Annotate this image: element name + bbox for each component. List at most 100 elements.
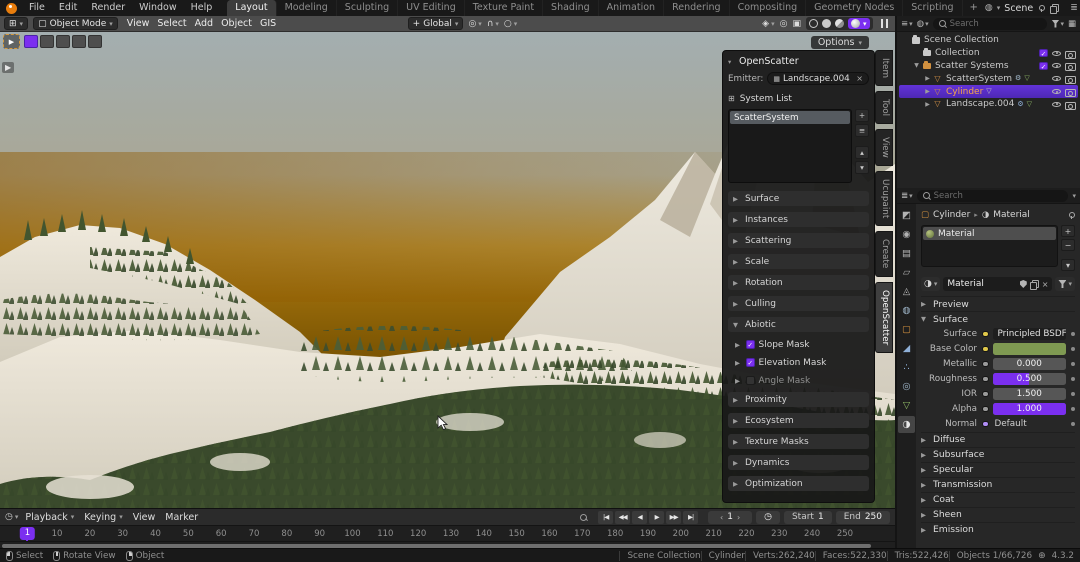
animate-dot[interactable] <box>1071 392 1075 396</box>
material-name-field[interactable]: Material × <box>943 277 1052 291</box>
preview-panel-header[interactable]: ▶ Preview <box>921 296 1075 311</box>
workspace-tab[interactable]: Sculpting <box>337 0 398 16</box>
select-mode-invert[interactable] <box>72 35 86 48</box>
collapsed-panel-header[interactable]: ▶ Subsurface <box>921 447 1075 462</box>
transport-button[interactable]: ▶ <box>649 511 664 524</box>
material-filter-button[interactable]: ▾ <box>1055 277 1075 291</box>
emitter-object-field[interactable]: ▦ Landscape.004 × <box>767 72 869 85</box>
properties-tab[interactable]: ▽ <box>898 397 915 414</box>
system-list[interactable]: ScatterSystem <box>728 109 852 183</box>
properties-tab[interactable]: ◑ <box>898 416 915 433</box>
transport-button[interactable]: ◀◀ <box>615 511 630 524</box>
panel-section[interactable]: ▶ Instances <box>728 212 869 227</box>
surface-panel-header[interactable]: ▼ Surface <box>921 311 1075 326</box>
fake-user-icon[interactable] <box>1020 280 1027 288</box>
workspace-tab[interactable]: Layout <box>227 0 276 16</box>
mask-row[interactable]: ▶ Slope Mask <box>735 338 869 351</box>
breadcrumb-object[interactable]: Cylinder <box>933 210 970 220</box>
end-frame-field[interactable]: End250 <box>836 511 890 524</box>
properties-search[interactable] <box>917 190 1069 202</box>
workspace-tab[interactable]: Rendering <box>664 0 730 16</box>
pivot-point-dropdown[interactable]: ◎▾ <box>468 19 481 29</box>
show-gizmo-dropdown[interactable]: ◈▾ <box>762 19 774 29</box>
active-tool-button[interactable]: ▶ <box>3 34 20 49</box>
select-mode-extend[interactable] <box>40 35 54 48</box>
outliner-options-icon[interactable]: ▦ <box>1068 19 1076 29</box>
clear-icon[interactable]: × <box>856 74 863 83</box>
new-scene-icon[interactable] <box>1049 4 1058 13</box>
properties-tab[interactable]: ◬ <box>898 283 915 300</box>
animate-dot[interactable] <box>1071 332 1075 336</box>
panel-section[interactable]: ▶ Scattering <box>728 233 869 248</box>
select-mode-set[interactable] <box>24 35 38 48</box>
panel-section[interactable]: ▶ Ecosystem <box>728 413 869 428</box>
sidebar-tab[interactable]: Item <box>875 50 893 86</box>
viewport-menu-item[interactable]: GIS <box>256 18 280 29</box>
field-plain[interactable]: Default <box>993 418 1067 431</box>
material-preview-icon[interactable] <box>835 19 844 28</box>
workspace-tab[interactable]: Geometry Nodes <box>806 0 903 16</box>
hide-viewport-icon[interactable] <box>1051 48 1062 58</box>
material-slot-list[interactable]: Material <box>921 225 1058 267</box>
properties-tab[interactable]: ∴ <box>898 359 915 376</box>
disable-render-icon[interactable] <box>1064 99 1075 109</box>
collapsed-panel-header[interactable]: ▶ Coat <box>921 492 1075 507</box>
outliner-row[interactable]: ▶▽ScatterSystem⚙▽ <box>899 72 1078 85</box>
transport-button[interactable]: |◀ <box>598 511 613 524</box>
proportional-editing-icon[interactable]: ○▾ <box>504 19 517 29</box>
collapsed-panel-header[interactable]: ▶ Diffuse <box>921 432 1075 447</box>
transport-button[interactable]: ▶| <box>683 511 698 524</box>
panel-section[interactable]: ▶ Optimization <box>728 476 869 491</box>
menu-item[interactable]: File <box>22 0 52 16</box>
collapsed-panel-header[interactable]: ▶ Emission <box>921 522 1075 537</box>
mask-checkbox[interactable] <box>746 358 755 367</box>
select-mode-subtract[interactable] <box>56 35 70 48</box>
exclude-checkbox[interactable] <box>1039 62 1048 71</box>
add-system-button[interactable]: + <box>855 109 869 122</box>
panel-section[interactable]: ▶ Proximity <box>728 392 869 407</box>
remove-slot-button[interactable]: − <box>1061 239 1075 251</box>
timeline-menu-item[interactable]: Playback▾ <box>22 512 77 523</box>
animate-dot[interactable] <box>1071 422 1075 426</box>
workspace-tab[interactable]: Scripting <box>903 0 962 16</box>
timeline-ruler[interactable]: 1 10203040506070809010011012013014015016… <box>0 525 895 541</box>
menu-item[interactable]: Render <box>84 0 132 16</box>
add-workspace-button[interactable]: + <box>963 0 985 16</box>
transform-orientation-dropdown[interactable]: +Global▾ <box>408 17 464 30</box>
pin-icon[interactable] <box>1037 4 1045 12</box>
mask-row[interactable]: ▶ Elevation Mask <box>735 356 869 369</box>
properties-tab[interactable]: ▱ <box>898 264 915 281</box>
slot-specials-button[interactable]: ▾ <box>1061 259 1075 271</box>
breadcrumb-material[interactable]: Material <box>993 210 1030 220</box>
field-slider[interactable]: 1.500 <box>993 388 1067 401</box>
properties-tab[interactable]: ◢ <box>898 340 915 357</box>
field-slider[interactable]: 1.000 <box>993 403 1067 416</box>
expand-icon[interactable]: ▶ <box>923 101 932 108</box>
sidebar-tab[interactable]: Ucupaint <box>875 171 893 226</box>
field-slider[interactable]: 0.000 <box>993 358 1067 371</box>
editor-type-button[interactable]: ⊞▾ <box>4 17 28 30</box>
timeline-menu-item[interactable]: View▾ <box>130 512 159 523</box>
system-list-item[interactable]: ScatterSystem <box>730 111 850 124</box>
collapsed-panel-header[interactable]: ▶ Sheen <box>921 507 1075 522</box>
timeline-menu-item[interactable]: Keying▾ <box>81 512 125 523</box>
add-slot-button[interactable]: + <box>1061 225 1075 237</box>
sidebar-tab[interactable]: OpenScatter <box>875 282 893 353</box>
toolbar-toggle-icon[interactable]: ▶ <box>2 62 14 73</box>
workspace-tab[interactable]: Compositing <box>730 0 807 16</box>
hide-viewport-icon[interactable] <box>1051 74 1062 84</box>
menu-item[interactable]: Help <box>184 0 220 16</box>
blender-logo-icon[interactable] <box>6 3 17 14</box>
outliner-row[interactable]: ▶▽Cylinder▽ <box>899 85 1078 98</box>
panel-section-abiotic[interactable]: ▼ Abiotic <box>728 317 869 332</box>
workspace-tab[interactable]: Modeling <box>277 0 337 16</box>
new-material-icon[interactable] <box>1030 280 1039 289</box>
outliner-row[interactable]: ▼Scatter Systems <box>899 60 1078 73</box>
show-overlays-icon[interactable]: ◎ <box>780 19 788 29</box>
workspace-tab[interactable]: UV Editing <box>398 0 465 16</box>
filter-dropdown[interactable]: ▾ <box>1051 20 1064 28</box>
expand-icon[interactable]: ▶ <box>923 75 932 82</box>
timeline-menu-item[interactable]: Marker▾ <box>162 512 201 523</box>
pin-icon[interactable] <box>1067 211 1075 219</box>
rendered-shading-active[interactable]: ▾ <box>848 18 870 29</box>
